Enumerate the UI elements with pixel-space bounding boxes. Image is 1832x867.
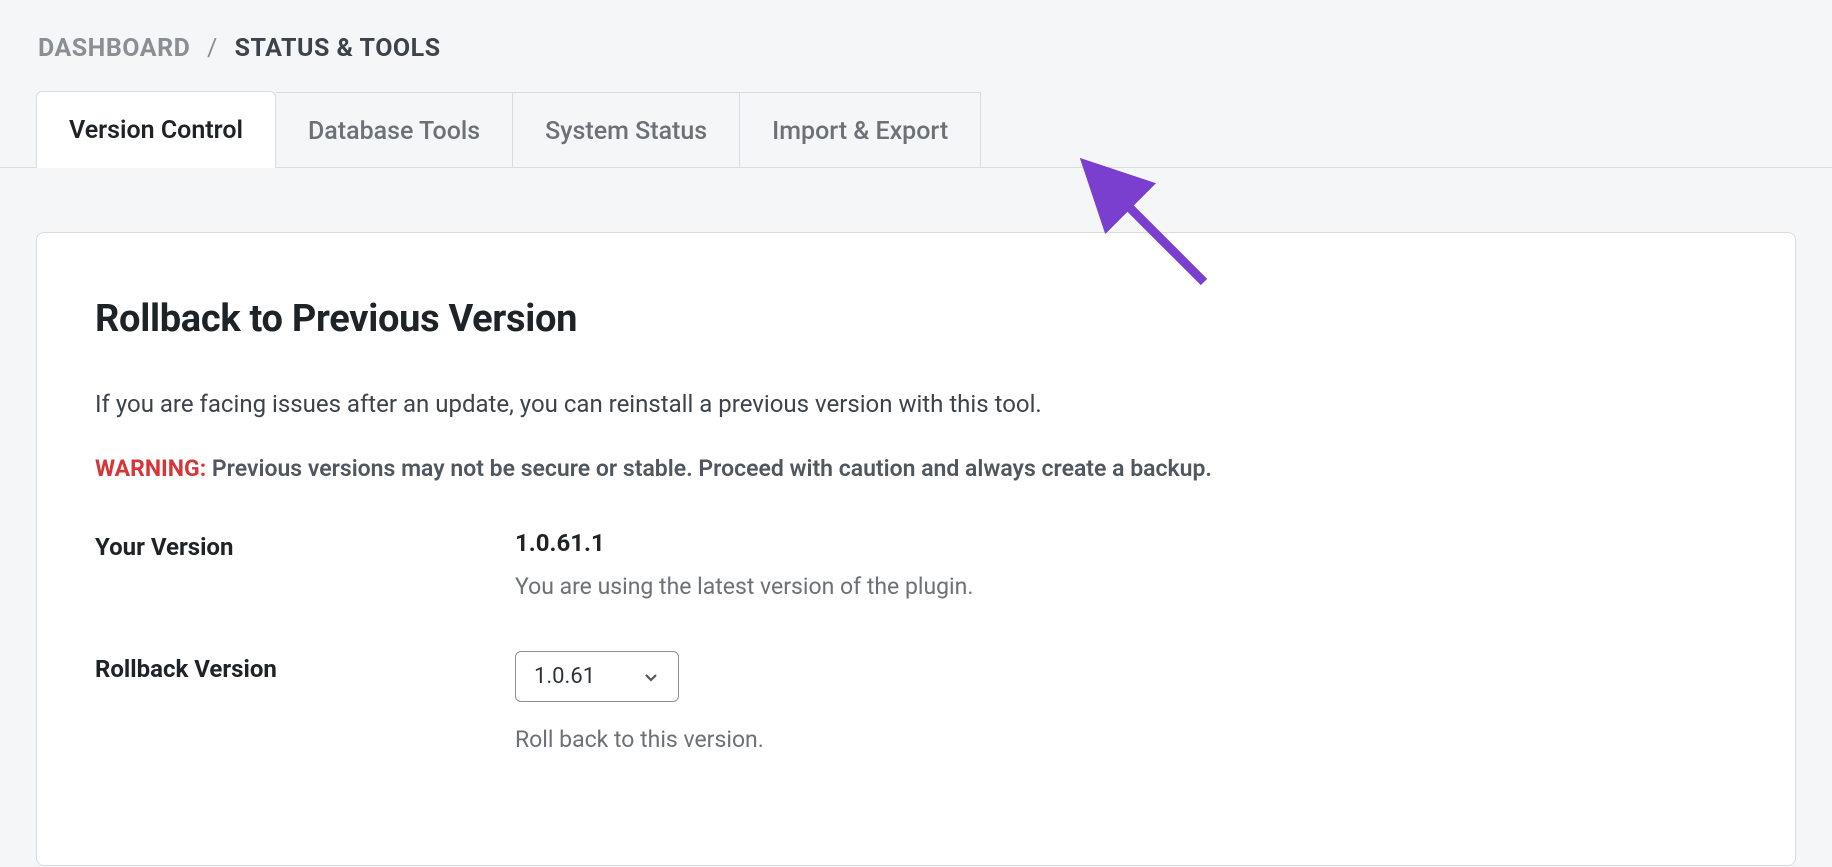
tabs-row: Version Control Database Tools System St… — [0, 91, 1832, 168]
tab-version-control[interactable]: Version Control — [36, 91, 276, 168]
breadcrumb-current: STATUS & TOOLS — [235, 34, 441, 63]
content-wrap: Rollback to Previous Version If you are … — [0, 168, 1832, 866]
your-version-label: Your Version — [95, 529, 515, 561]
rollback-version-row: Rollback Version 1.0.61 Roll back to thi… — [95, 651, 1737, 756]
rollback-version-label: Rollback Version — [95, 651, 515, 683]
rollback-selected-value: 1.0.61 — [534, 664, 595, 689]
breadcrumb-root-link[interactable]: DASHBOARD — [38, 34, 190, 63]
panel-warning-line: WARNING: Previous versions may not be se… — [95, 452, 1737, 485]
breadcrumb: DASHBOARD / STATUS & TOOLS — [0, 0, 1832, 91]
rollback-version-value-wrap: 1.0.61 Roll back to this version. — [515, 651, 1737, 756]
rollback-select-wrap: 1.0.61 — [515, 651, 679, 702]
warning-label: WARNING: — [95, 455, 206, 482]
tab-database-tools[interactable]: Database Tools — [276, 92, 513, 168]
tab-system-status[interactable]: System Status — [513, 92, 740, 168]
warning-text: Previous versions may not be secure or s… — [212, 455, 1212, 482]
your-version-value: 1.0.61.1 — [515, 529, 1737, 557]
your-version-desc: You are using the latest version of the … — [515, 571, 1737, 603]
chevron-down-icon — [642, 668, 660, 686]
panel-heading: Rollback to Previous Version — [95, 297, 1737, 341]
rollback-version-desc: Roll back to this version. — [515, 724, 1737, 756]
your-version-value-wrap: 1.0.61.1 You are using the latest versio… — [515, 529, 1737, 603]
rollback-version-select[interactable]: 1.0.61 — [515, 651, 679, 702]
panel-intro-text: If you are facing issues after an update… — [95, 387, 1737, 422]
your-version-row: Your Version 1.0.61.1 You are using the … — [95, 529, 1737, 603]
breadcrumb-separator: / — [207, 34, 218, 63]
tab-import-export[interactable]: Import & Export — [740, 92, 981, 168]
rollback-panel: Rollback to Previous Version If you are … — [36, 232, 1796, 866]
